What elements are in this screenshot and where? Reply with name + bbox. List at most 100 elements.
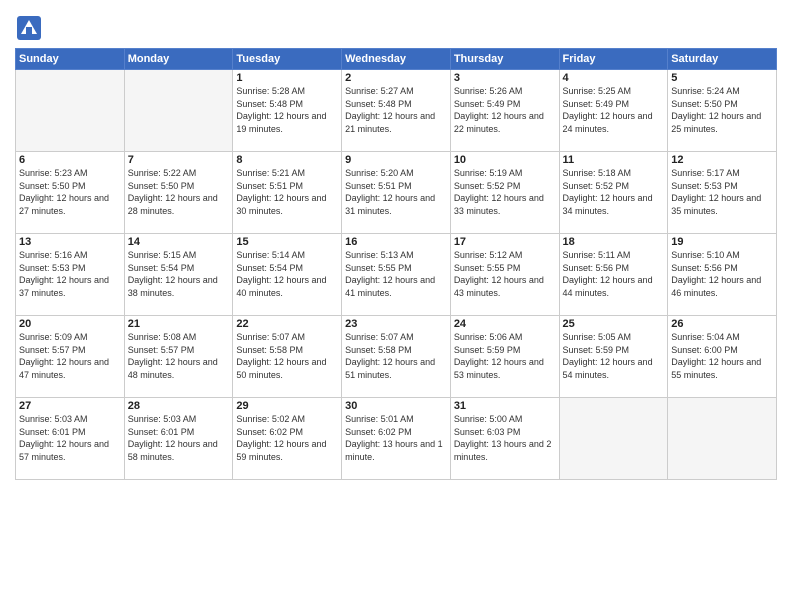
calendar-cell: 13Sunrise: 5:16 AM Sunset: 5:53 PM Dayli… (16, 234, 125, 316)
calendar-cell: 28Sunrise: 5:03 AM Sunset: 6:01 PM Dayli… (124, 398, 233, 480)
day-info: Sunrise: 5:11 AM Sunset: 5:56 PM Dayligh… (563, 249, 665, 299)
day-number: 29 (236, 400, 338, 412)
day-number: 27 (19, 400, 121, 412)
day-number: 6 (19, 154, 121, 166)
calendar-cell: 11Sunrise: 5:18 AM Sunset: 5:52 PM Dayli… (559, 152, 668, 234)
day-number: 30 (345, 400, 447, 412)
day-number: 24 (454, 318, 556, 330)
calendar-cell: 10Sunrise: 5:19 AM Sunset: 5:52 PM Dayli… (450, 152, 559, 234)
day-number: 20 (19, 318, 121, 330)
calendar-cell: 5Sunrise: 5:24 AM Sunset: 5:50 PM Daylig… (668, 70, 777, 152)
day-info: Sunrise: 5:18 AM Sunset: 5:52 PM Dayligh… (563, 167, 665, 217)
calendar-cell: 26Sunrise: 5:04 AM Sunset: 6:00 PM Dayli… (668, 316, 777, 398)
calendar-cell: 6Sunrise: 5:23 AM Sunset: 5:50 PM Daylig… (16, 152, 125, 234)
day-info: Sunrise: 5:27 AM Sunset: 5:48 PM Dayligh… (345, 85, 447, 135)
day-info: Sunrise: 5:03 AM Sunset: 6:01 PM Dayligh… (19, 413, 121, 463)
day-number: 19 (671, 236, 773, 248)
calendar-cell: 19Sunrise: 5:10 AM Sunset: 5:56 PM Dayli… (668, 234, 777, 316)
day-info: Sunrise: 5:08 AM Sunset: 5:57 PM Dayligh… (128, 331, 230, 381)
day-info: Sunrise: 5:05 AM Sunset: 5:59 PM Dayligh… (563, 331, 665, 381)
calendar-cell: 2Sunrise: 5:27 AM Sunset: 5:48 PM Daylig… (342, 70, 451, 152)
calendar-cell: 24Sunrise: 5:06 AM Sunset: 5:59 PM Dayli… (450, 316, 559, 398)
day-info: Sunrise: 5:20 AM Sunset: 5:51 PM Dayligh… (345, 167, 447, 217)
day-number: 23 (345, 318, 447, 330)
calendar-week-row: 6Sunrise: 5:23 AM Sunset: 5:50 PM Daylig… (16, 152, 777, 234)
day-number: 12 (671, 154, 773, 166)
calendar-cell: 15Sunrise: 5:14 AM Sunset: 5:54 PM Dayli… (233, 234, 342, 316)
calendar-table: SundayMondayTuesdayWednesdayThursdayFrid… (15, 48, 777, 480)
day-info: Sunrise: 5:17 AM Sunset: 5:53 PM Dayligh… (671, 167, 773, 217)
day-number: 31 (454, 400, 556, 412)
calendar-cell: 1Sunrise: 5:28 AM Sunset: 5:48 PM Daylig… (233, 70, 342, 152)
day-info: Sunrise: 5:12 AM Sunset: 5:55 PM Dayligh… (454, 249, 556, 299)
header (15, 10, 777, 42)
day-number: 13 (19, 236, 121, 248)
day-number: 8 (236, 154, 338, 166)
day-number: 9 (345, 154, 447, 166)
calendar-cell: 27Sunrise: 5:03 AM Sunset: 6:01 PM Dayli… (16, 398, 125, 480)
day-info: Sunrise: 5:13 AM Sunset: 5:55 PM Dayligh… (345, 249, 447, 299)
weekday-header: Saturday (668, 49, 777, 70)
day-info: Sunrise: 5:28 AM Sunset: 5:48 PM Dayligh… (236, 85, 338, 135)
day-info: Sunrise: 5:10 AM Sunset: 5:56 PM Dayligh… (671, 249, 773, 299)
day-info: Sunrise: 5:02 AM Sunset: 6:02 PM Dayligh… (236, 413, 338, 463)
day-info: Sunrise: 5:26 AM Sunset: 5:49 PM Dayligh… (454, 85, 556, 135)
calendar-header-row: SundayMondayTuesdayWednesdayThursdayFrid… (16, 49, 777, 70)
day-number: 17 (454, 236, 556, 248)
day-info: Sunrise: 5:16 AM Sunset: 5:53 PM Dayligh… (19, 249, 121, 299)
calendar-cell: 21Sunrise: 5:08 AM Sunset: 5:57 PM Dayli… (124, 316, 233, 398)
calendar-cell: 23Sunrise: 5:07 AM Sunset: 5:58 PM Dayli… (342, 316, 451, 398)
weekday-header: Sunday (16, 49, 125, 70)
day-info: Sunrise: 5:04 AM Sunset: 6:00 PM Dayligh… (671, 331, 773, 381)
weekday-header: Wednesday (342, 49, 451, 70)
day-info: Sunrise: 5:01 AM Sunset: 6:02 PM Dayligh… (345, 413, 447, 463)
weekday-header: Friday (559, 49, 668, 70)
day-info: Sunrise: 5:25 AM Sunset: 5:49 PM Dayligh… (563, 85, 665, 135)
logo (15, 14, 47, 42)
calendar-cell: 9Sunrise: 5:20 AM Sunset: 5:51 PM Daylig… (342, 152, 451, 234)
calendar-cell (16, 70, 125, 152)
day-info: Sunrise: 5:07 AM Sunset: 5:58 PM Dayligh… (236, 331, 338, 381)
day-number: 2 (345, 72, 447, 84)
day-info: Sunrise: 5:24 AM Sunset: 5:50 PM Dayligh… (671, 85, 773, 135)
calendar-cell: 30Sunrise: 5:01 AM Sunset: 6:02 PM Dayli… (342, 398, 451, 480)
day-number: 5 (671, 72, 773, 84)
day-number: 14 (128, 236, 230, 248)
day-number: 26 (671, 318, 773, 330)
calendar-cell: 12Sunrise: 5:17 AM Sunset: 5:53 PM Dayli… (668, 152, 777, 234)
day-number: 4 (563, 72, 665, 84)
weekday-header: Monday (124, 49, 233, 70)
day-info: Sunrise: 5:06 AM Sunset: 5:59 PM Dayligh… (454, 331, 556, 381)
calendar-week-row: 27Sunrise: 5:03 AM Sunset: 6:01 PM Dayli… (16, 398, 777, 480)
calendar-cell: 22Sunrise: 5:07 AM Sunset: 5:58 PM Dayli… (233, 316, 342, 398)
day-number: 28 (128, 400, 230, 412)
calendar-cell: 25Sunrise: 5:05 AM Sunset: 5:59 PM Dayli… (559, 316, 668, 398)
day-info: Sunrise: 5:03 AM Sunset: 6:01 PM Dayligh… (128, 413, 230, 463)
day-number: 18 (563, 236, 665, 248)
calendar-cell: 20Sunrise: 5:09 AM Sunset: 5:57 PM Dayli… (16, 316, 125, 398)
calendar-cell: 4Sunrise: 5:25 AM Sunset: 5:49 PM Daylig… (559, 70, 668, 152)
day-number: 22 (236, 318, 338, 330)
day-info: Sunrise: 5:22 AM Sunset: 5:50 PM Dayligh… (128, 167, 230, 217)
day-number: 25 (563, 318, 665, 330)
day-info: Sunrise: 5:14 AM Sunset: 5:54 PM Dayligh… (236, 249, 338, 299)
calendar-week-row: 1Sunrise: 5:28 AM Sunset: 5:48 PM Daylig… (16, 70, 777, 152)
calendar-cell (559, 398, 668, 480)
calendar-week-row: 13Sunrise: 5:16 AM Sunset: 5:53 PM Dayli… (16, 234, 777, 316)
day-info: Sunrise: 5:23 AM Sunset: 5:50 PM Dayligh… (19, 167, 121, 217)
calendar-cell: 17Sunrise: 5:12 AM Sunset: 5:55 PM Dayli… (450, 234, 559, 316)
calendar-cell: 31Sunrise: 5:00 AM Sunset: 6:03 PM Dayli… (450, 398, 559, 480)
calendar-cell: 29Sunrise: 5:02 AM Sunset: 6:02 PM Dayli… (233, 398, 342, 480)
day-number: 10 (454, 154, 556, 166)
day-number: 16 (345, 236, 447, 248)
day-info: Sunrise: 5:09 AM Sunset: 5:57 PM Dayligh… (19, 331, 121, 381)
day-info: Sunrise: 5:15 AM Sunset: 5:54 PM Dayligh… (128, 249, 230, 299)
day-number: 21 (128, 318, 230, 330)
day-number: 3 (454, 72, 556, 84)
calendar-cell: 7Sunrise: 5:22 AM Sunset: 5:50 PM Daylig… (124, 152, 233, 234)
weekday-header: Tuesday (233, 49, 342, 70)
calendar-cell: 18Sunrise: 5:11 AM Sunset: 5:56 PM Dayli… (559, 234, 668, 316)
day-number: 1 (236, 72, 338, 84)
day-number: 7 (128, 154, 230, 166)
day-info: Sunrise: 5:21 AM Sunset: 5:51 PM Dayligh… (236, 167, 338, 217)
